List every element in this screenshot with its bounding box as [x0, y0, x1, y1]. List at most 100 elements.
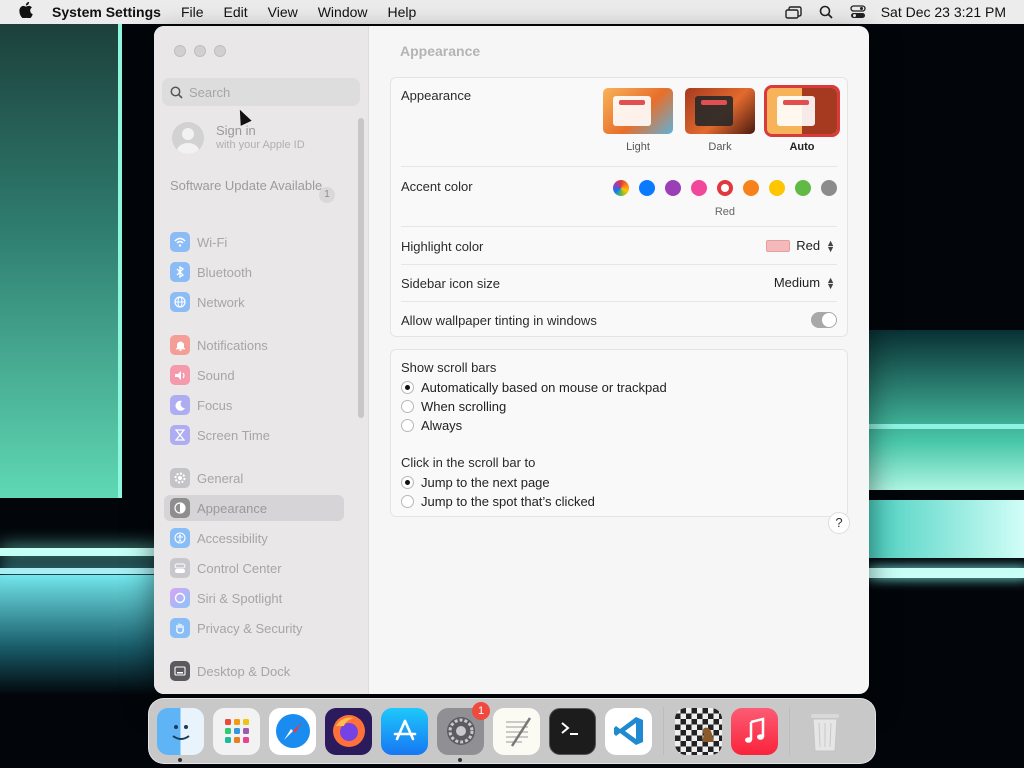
- dock: 1: [148, 698, 876, 764]
- menu-window[interactable]: Window: [308, 4, 378, 20]
- dock-terminal-icon[interactable]: [549, 707, 596, 755]
- sidebar-item-control-center[interactable]: Control Center: [164, 555, 344, 581]
- sidebar-item-privacy-security[interactable]: Privacy & Security: [164, 615, 344, 641]
- menu-edit[interactable]: Edit: [214, 4, 258, 20]
- accent-multicolor[interactable]: [613, 180, 629, 196]
- content-pane: Appearance Appearance Light Dark Auto Ac…: [370, 26, 869, 694]
- search-field[interactable]: Search: [162, 78, 360, 106]
- accent-pink[interactable]: [691, 180, 707, 196]
- dark-mode-preview: [685, 88, 755, 134]
- radio-button[interactable]: [401, 400, 414, 413]
- dock-finder-icon[interactable]: [157, 707, 204, 762]
- control-center-icon[interactable]: [849, 5, 867, 19]
- click-scroll-bar-label: Click in the scroll bar to: [401, 455, 536, 470]
- accent-red[interactable]: [717, 180, 733, 196]
- click-jump-next-page-option[interactable]: Jump to the next page: [401, 475, 550, 490]
- menu-view[interactable]: View: [258, 4, 308, 20]
- scroll-bars-group: Show scroll bars Automatically based on …: [390, 349, 848, 517]
- radio-button[interactable]: [401, 495, 414, 508]
- highlight-color-popup[interactable]: Red ▲ ▼: [766, 238, 835, 253]
- dock-vscode-icon[interactable]: [605, 707, 652, 755]
- wallpaper-tinting-toggle[interactable]: [811, 312, 837, 328]
- help-button[interactable]: ?: [828, 512, 850, 534]
- scroll-bars-always-option[interactable]: Always: [401, 418, 462, 433]
- scroll-bars-when-scrolling-option[interactable]: When scrolling: [401, 399, 506, 414]
- popup-stepper-icon: ▲ ▼: [826, 274, 835, 291]
- sidebar-item-notifications[interactable]: Notifications: [164, 332, 344, 358]
- software-update-available[interactable]: Software Update Available: [170, 178, 340, 194]
- radio-button[interactable]: [401, 476, 414, 489]
- wallpaper-tinting-label: Allow wallpaper tinting in windows: [401, 313, 597, 328]
- appearance-option-label: Dark: [708, 141, 732, 153]
- radio-button[interactable]: [401, 419, 414, 432]
- sidebar-item-network[interactable]: Network: [164, 289, 344, 315]
- dock-app-store-icon[interactable]: [381, 707, 428, 755]
- accent-color-picker: [613, 180, 837, 196]
- appearance-option-auto[interactable]: Auto: [764, 85, 840, 153]
- wallpaper-shape: [868, 424, 1024, 429]
- sidebar-item-general[interactable]: General: [164, 465, 344, 491]
- minimize-button[interactable]: [194, 45, 206, 57]
- sidebar-item-siri-spotlight[interactable]: Siri & Spotlight: [164, 585, 344, 611]
- sidebar-scrollbar[interactable]: [358, 118, 364, 418]
- sidebar-item-wifi[interactable]: Wi-Fi: [164, 229, 344, 255]
- highlight-color-label: Highlight color: [401, 239, 484, 254]
- accent-graphite[interactable]: [821, 180, 837, 196]
- auto-mode-preview: [764, 85, 840, 137]
- dock-launchpad-icon[interactable]: [213, 707, 260, 755]
- menu-help[interactable]: Help: [378, 4, 427, 20]
- apple-id-sign-in[interactable]: Sign in with your Apple ID: [172, 122, 305, 154]
- accent-yellow[interactable]: [769, 180, 785, 196]
- wallpaper-shape: [0, 548, 170, 556]
- appearance-icon: [170, 498, 190, 518]
- appearance-option-light[interactable]: Light: [603, 88, 673, 153]
- avatar: [172, 122, 204, 154]
- sidebar-item-screen-time[interactable]: Screen Time: [164, 422, 344, 448]
- wallpaper-shape: [868, 330, 1024, 490]
- highlight-swatch: [766, 239, 791, 252]
- sidebar-item-sound[interactable]: Sound: [164, 362, 344, 388]
- scroll-bars-automatic-option[interactable]: Automatically based on mouse or trackpad: [401, 380, 667, 395]
- sidebar-item-label: Appearance: [197, 500, 268, 516]
- appearance-options: Light Dark Auto: [603, 85, 840, 153]
- wifi-icon: [170, 232, 190, 252]
- screen-mirroring-icon[interactable]: [785, 5, 803, 19]
- sidebar-item-label: Sound: [197, 367, 235, 383]
- dock-music-icon[interactable]: [731, 707, 778, 755]
- dock-chess-icon[interactable]: [675, 707, 722, 755]
- zoom-button[interactable]: [214, 45, 226, 57]
- divider: [401, 166, 837, 167]
- sidebar-item-focus[interactable]: Focus: [164, 392, 344, 418]
- accent-blue[interactable]: [639, 180, 655, 196]
- close-button[interactable]: [174, 45, 186, 57]
- dock-separator: [789, 707, 790, 755]
- apple-menu-icon[interactable]: [0, 1, 52, 22]
- menu-file[interactable]: File: [171, 4, 214, 20]
- sidebar-icon-size-popup[interactable]: Medium ▲ ▼: [774, 275, 835, 290]
- menubar-clock[interactable]: Sat Dec 23 3:21 PM: [881, 4, 1006, 20]
- dock-firefox-icon[interactable]: [325, 707, 372, 755]
- radio-button[interactable]: [401, 381, 414, 394]
- window-controls: [174, 45, 226, 57]
- page-title: Appearance: [400, 43, 481, 59]
- accent-orange[interactable]: [743, 180, 759, 196]
- appearance-option-dark[interactable]: Dark: [685, 88, 755, 153]
- dock-textedit-icon[interactable]: [493, 707, 540, 755]
- spotlight-search-icon[interactable]: [817, 5, 835, 19]
- dock-trash-icon[interactable]: [801, 708, 848, 755]
- accent-purple[interactable]: [665, 180, 681, 196]
- click-jump-to-spot-option[interactable]: Jump to the spot that’s clicked: [401, 494, 595, 509]
- sidebar-item-desktop-dock[interactable]: Desktop & Dock: [164, 658, 344, 684]
- accent-green[interactable]: [795, 180, 811, 196]
- sidebar-item-bluetooth[interactable]: Bluetooth: [164, 259, 344, 285]
- menu-app-name[interactable]: System Settings: [52, 4, 171, 20]
- radio-label: Always: [421, 418, 463, 433]
- sidebar-item-label: Desktop & Dock: [197, 663, 291, 679]
- sidebar-item-accessibility[interactable]: Accessibility: [164, 525, 344, 551]
- divider: [401, 264, 837, 265]
- dock-system-settings-icon[interactable]: 1: [437, 701, 490, 762]
- dock-safari-icon[interactable]: [269, 707, 316, 755]
- sidebar-item-appearance[interactable]: Appearance: [164, 495, 344, 521]
- running-indicator: [458, 757, 462, 762]
- control-center-icon: [170, 558, 190, 578]
